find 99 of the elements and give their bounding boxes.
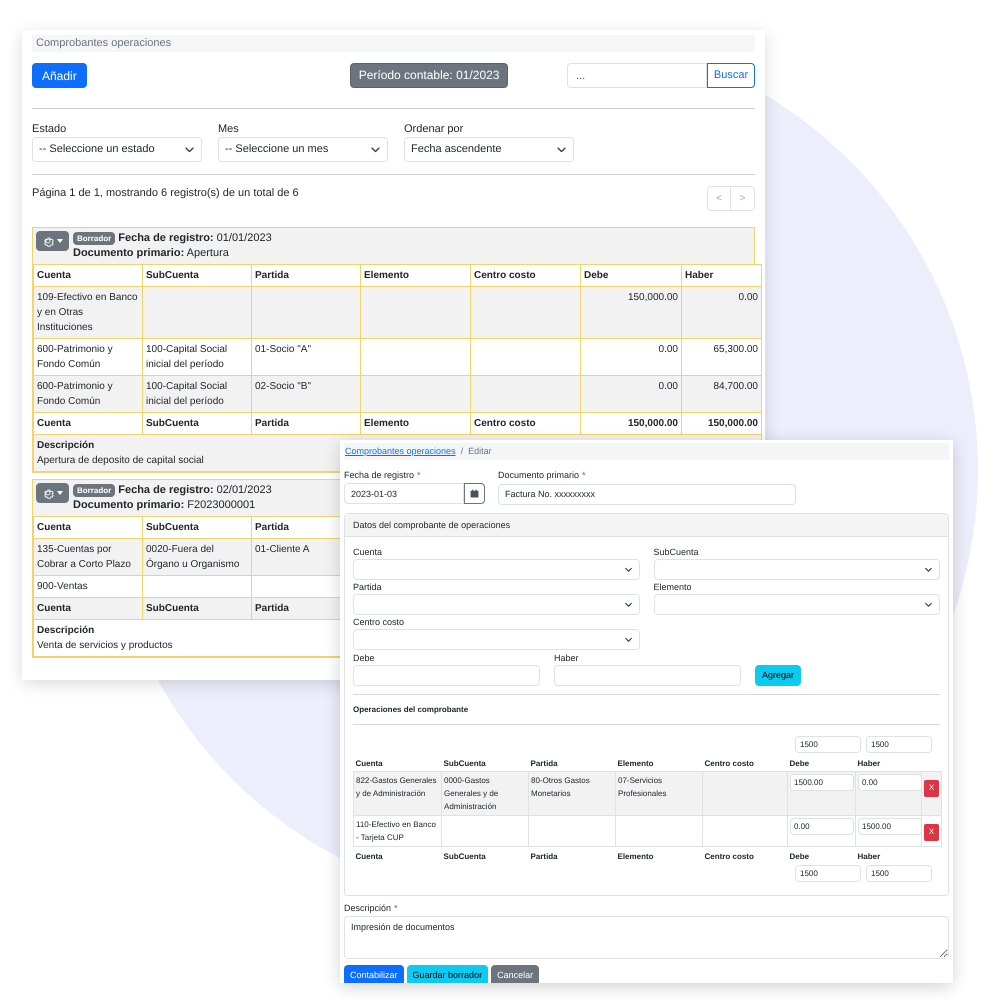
field-label: Descripción xyxy=(344,902,392,914)
total-field[interactable]: 1500 xyxy=(795,736,861,753)
column-header: Haber xyxy=(856,846,922,864)
select-field[interactable]: -- Seleccione un estado xyxy=(32,137,202,162)
total-field[interactable]: 1500 xyxy=(795,865,861,882)
status-badge: Borrador xyxy=(73,232,116,245)
field-label: Estado xyxy=(32,122,68,136)
amount-field[interactable] xyxy=(353,665,540,686)
description-label: Descripción xyxy=(37,439,94,453)
chevron-down-icon xyxy=(624,635,632,644)
chevron-down-icon xyxy=(924,600,933,609)
pagination-summary: Página 1 de 1, mostrando 6 registro(s) de un total de 6 xyxy=(32,186,299,200)
registration-date-text: Fecha de registro: 02/01/2023 xyxy=(118,483,272,498)
post-button[interactable]: Contabilizar xyxy=(344,965,404,983)
document-field[interactable]: Factura No. xxxxxxxxx xyxy=(498,484,796,504)
column-header: Partida xyxy=(528,846,616,864)
card-title: Datos del comprobante de operaciones xyxy=(345,514,948,537)
breadcrumb-current: Editar xyxy=(468,444,492,458)
caret-icon xyxy=(57,491,63,495)
settings-dropdown-button[interactable] xyxy=(36,483,69,503)
total-field[interactable]: 1500 xyxy=(866,736,932,753)
total-field[interactable]: 1500 xyxy=(866,865,932,882)
remove-button[interactable]: X xyxy=(924,824,939,840)
field-label: Debe xyxy=(353,652,375,664)
select-field[interactable]: Fecha ascendente xyxy=(404,137,574,162)
table-cell: 110-Efectivo en Banco - Tarjeta CUP xyxy=(354,816,442,846)
column-header: Debe xyxy=(788,846,856,864)
calendar-button[interactable] xyxy=(464,483,485,504)
column-header: Cuenta xyxy=(354,846,442,864)
period-badge: Período contable: 01/2023 xyxy=(350,63,508,88)
field-label: Mes xyxy=(218,122,240,136)
column-header: Cuenta xyxy=(34,264,142,286)
amount-field[interactable] xyxy=(554,665,741,686)
field-label: Fecha de registro xyxy=(344,469,414,481)
column-header: Cuenta xyxy=(354,756,442,772)
description-text: Apertura de deposito de capital social xyxy=(37,454,204,468)
chevron-down-icon xyxy=(924,565,933,574)
description-label: Descripción xyxy=(37,624,94,638)
select-field[interactable] xyxy=(353,629,640,650)
chevron-down-icon xyxy=(624,565,632,574)
settings-icon xyxy=(42,487,54,499)
column-header: Partida xyxy=(528,756,616,772)
select-field[interactable] xyxy=(353,594,640,615)
field-label: Partida xyxy=(353,581,382,593)
save-draft-button[interactable]: Guardar borrador xyxy=(406,965,488,983)
description-field[interactable]: Impresión de documentos xyxy=(344,916,949,959)
description-text: Venta de servicios y productos xyxy=(37,639,173,653)
column-header: Elemento xyxy=(616,846,702,864)
column-header: Centro costo xyxy=(702,756,788,772)
primary-document-text: Documento primario: Apertura xyxy=(73,246,230,261)
column-header: Debe xyxy=(580,264,682,286)
column-header: SubCuenta xyxy=(142,516,252,538)
breadcrumb-separator: / xyxy=(460,444,464,458)
add-operation-button[interactable]: Agregar xyxy=(755,665,802,686)
settings-icon xyxy=(42,235,54,247)
column-header: Cuenta xyxy=(34,516,142,538)
column-header: SubCuenta xyxy=(142,264,252,286)
registration-date-text: Fecha de registro: 01/01/2023 xyxy=(118,231,272,246)
amount-field[interactable]: 0.00 xyxy=(858,774,922,791)
column-header: Partida xyxy=(252,264,360,286)
column-header: Elemento xyxy=(616,756,702,772)
select-field[interactable] xyxy=(654,559,940,580)
remove-button[interactable]: X xyxy=(924,780,939,796)
calendar-icon xyxy=(470,489,479,498)
amount-field[interactable]: 0.00 xyxy=(790,818,854,835)
column-header: Debe xyxy=(788,756,856,772)
search-button[interactable]: Buscar xyxy=(707,63,755,88)
column-header: Haber xyxy=(856,756,922,772)
table-cell: 822-Gastos Generales y de Administración xyxy=(354,772,442,816)
column-header: SubCuenta xyxy=(442,756,528,772)
column-header: Centro costo xyxy=(470,264,580,286)
field-label: Elemento xyxy=(654,581,692,593)
chevron-down-icon xyxy=(624,600,632,609)
required-mark: * xyxy=(417,469,421,481)
cancel-button[interactable]: Cancelar xyxy=(491,965,540,983)
caret-icon xyxy=(57,239,63,243)
primary-document-text: Documento primario: F2023000001 xyxy=(73,498,256,513)
status-badge: Borrador xyxy=(73,484,116,497)
column-header: SubCuenta xyxy=(442,846,528,864)
select-field[interactable]: -- Seleccione un mes xyxy=(218,137,388,162)
date-field[interactable]: 2023-01-03 xyxy=(344,483,464,504)
amount-field[interactable]: 1500.00 xyxy=(858,818,922,835)
field-label: Haber xyxy=(554,652,579,664)
required-mark: * xyxy=(582,469,586,481)
add-button[interactable]: Añadir xyxy=(32,63,87,88)
settings-dropdown-button[interactable] xyxy=(36,231,69,251)
select-field[interactable] xyxy=(353,559,640,580)
window-title: Comprobantes operaciones xyxy=(32,35,755,52)
field-label: Ordenar por xyxy=(404,122,464,136)
column-header: Centro costo xyxy=(702,846,788,864)
amount-field[interactable]: 1500.00 xyxy=(790,774,854,791)
field-label: SubCuenta xyxy=(654,546,699,558)
breadcrumb-link[interactable]: Comprobantes operaciones xyxy=(345,444,456,458)
required-mark: * xyxy=(394,902,398,914)
field-label: Documento primario xyxy=(498,469,580,481)
search-field[interactable]: ... xyxy=(567,63,707,88)
column-header: Elemento xyxy=(360,264,470,286)
select-field[interactable] xyxy=(654,594,940,615)
section-title: Operaciones del comprobante xyxy=(353,704,470,716)
